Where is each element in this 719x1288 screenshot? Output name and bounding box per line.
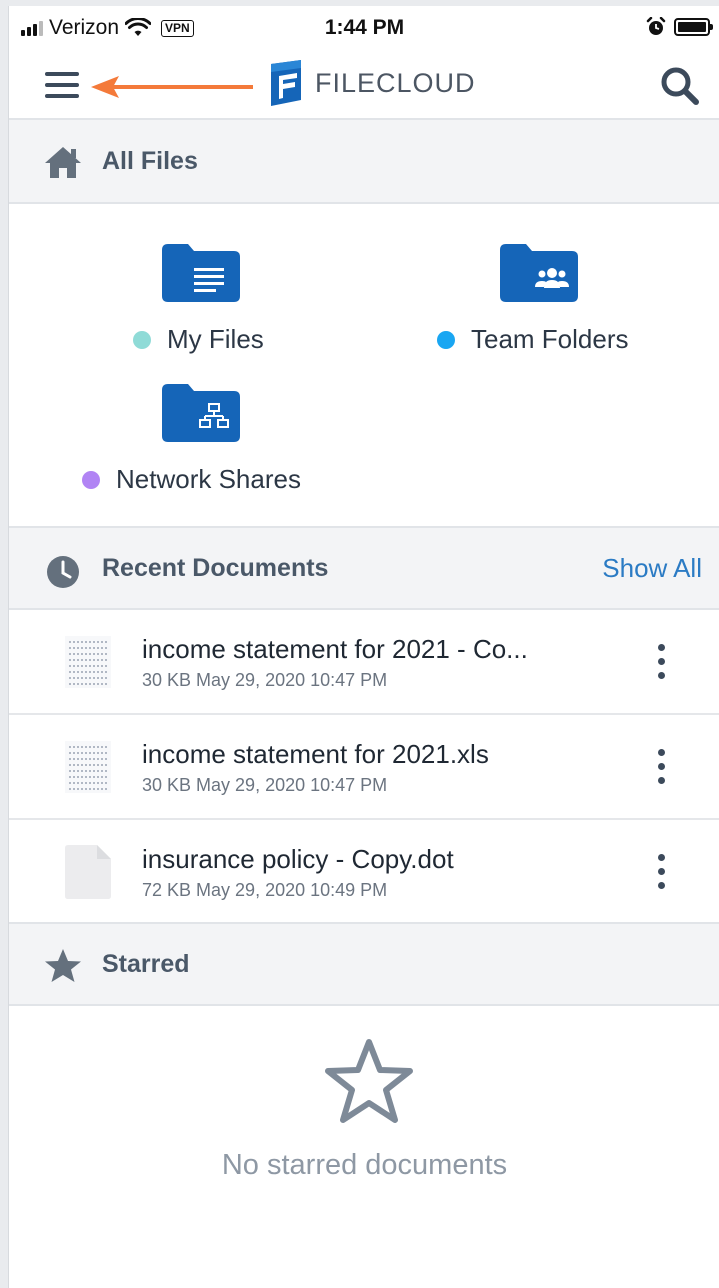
team-folders-dot-icon xyxy=(437,330,455,349)
filecloud-logo-icon xyxy=(271,60,301,106)
document-name: income statement for 2021 - Co... xyxy=(142,634,528,664)
clock-icon xyxy=(47,556,79,588)
folder-team-folders[interactable]: Team Folders xyxy=(433,236,663,366)
starred-title: Starred xyxy=(102,949,190,978)
more-options-icon[interactable] xyxy=(650,850,674,894)
folder-team-folders-label: Team Folders xyxy=(471,324,629,354)
annotation-arrow-icon xyxy=(91,76,253,98)
home-icon xyxy=(45,147,81,178)
folder-my-files-label-row: My Files xyxy=(133,324,264,355)
all-files-title: All Files xyxy=(102,146,198,175)
blank-file-icon xyxy=(65,845,111,899)
document-meta: 30 KB May 29, 2020 10:47 PM xyxy=(142,670,388,690)
more-options-icon[interactable] xyxy=(650,745,674,789)
folder-network-shares-label-row: Network Shares xyxy=(82,464,301,495)
empty-starred-text: No starred documents xyxy=(221,1149,508,1181)
recent-documents-title: Recent Documents xyxy=(102,553,329,582)
document-meta: 72 KB May 29, 2020 10:49 PM xyxy=(142,880,388,900)
status-time: 1:44 PM xyxy=(324,16,405,39)
top-app-bar: FILECLOUD xyxy=(9,50,719,120)
spreadsheet-thumbnail xyxy=(65,741,111,793)
show-all-link[interactable]: Show All xyxy=(602,553,702,584)
recent-document-row[interactable]: insurance policy - Copy.dot 72 KB May 29… xyxy=(9,820,719,925)
search-button[interactable] xyxy=(658,64,702,108)
status-right xyxy=(646,17,713,37)
folder-my-files[interactable]: My Files xyxy=(129,236,329,366)
hamburger-menu-button[interactable] xyxy=(45,70,81,100)
document-folder-icon xyxy=(162,244,240,302)
folder-my-files-label: My Files xyxy=(167,324,264,354)
recent-document-row[interactable]: income statement for 2021.xls 30 KB May … xyxy=(9,715,719,820)
network-shares-dot-icon xyxy=(82,470,100,489)
document-name: income statement for 2021.xls xyxy=(142,739,489,769)
document-name: insurance policy - Copy.dot xyxy=(142,844,454,874)
my-files-dot-icon xyxy=(133,330,151,349)
team-folder-icon xyxy=(500,244,578,302)
all-files-header[interactable]: All Files xyxy=(9,120,719,204)
alarm-icon xyxy=(646,17,666,35)
folder-team-folders-label-row: Team Folders xyxy=(437,324,629,355)
filecloud-logo: FILECLOUD xyxy=(267,58,476,108)
folder-network-shares[interactable]: Network Shares xyxy=(81,376,341,506)
starred-header: Starred xyxy=(9,922,719,1006)
spreadsheet-thumbnail xyxy=(65,636,111,688)
folder-network-shares-label: Network Shares xyxy=(116,464,301,494)
app-screen: Verizon VPN 1:44 PM FILECLOUD All Files … xyxy=(8,6,719,1288)
recent-document-row[interactable]: income statement for 2021 - Co... 30 KB … xyxy=(9,610,719,715)
star-icon xyxy=(45,949,81,982)
network-folder-icon xyxy=(162,384,240,442)
battery-icon xyxy=(674,18,713,36)
logo-text: FILECLOUD xyxy=(315,67,476,98)
status-bar: Verizon VPN 1:44 PM xyxy=(9,6,719,50)
document-meta: 30 KB May 29, 2020 10:47 PM xyxy=(142,775,388,795)
empty-star-icon xyxy=(325,1039,413,1123)
recent-documents-header: Recent Documents Show All xyxy=(9,526,719,610)
more-options-icon[interactable] xyxy=(650,640,674,684)
